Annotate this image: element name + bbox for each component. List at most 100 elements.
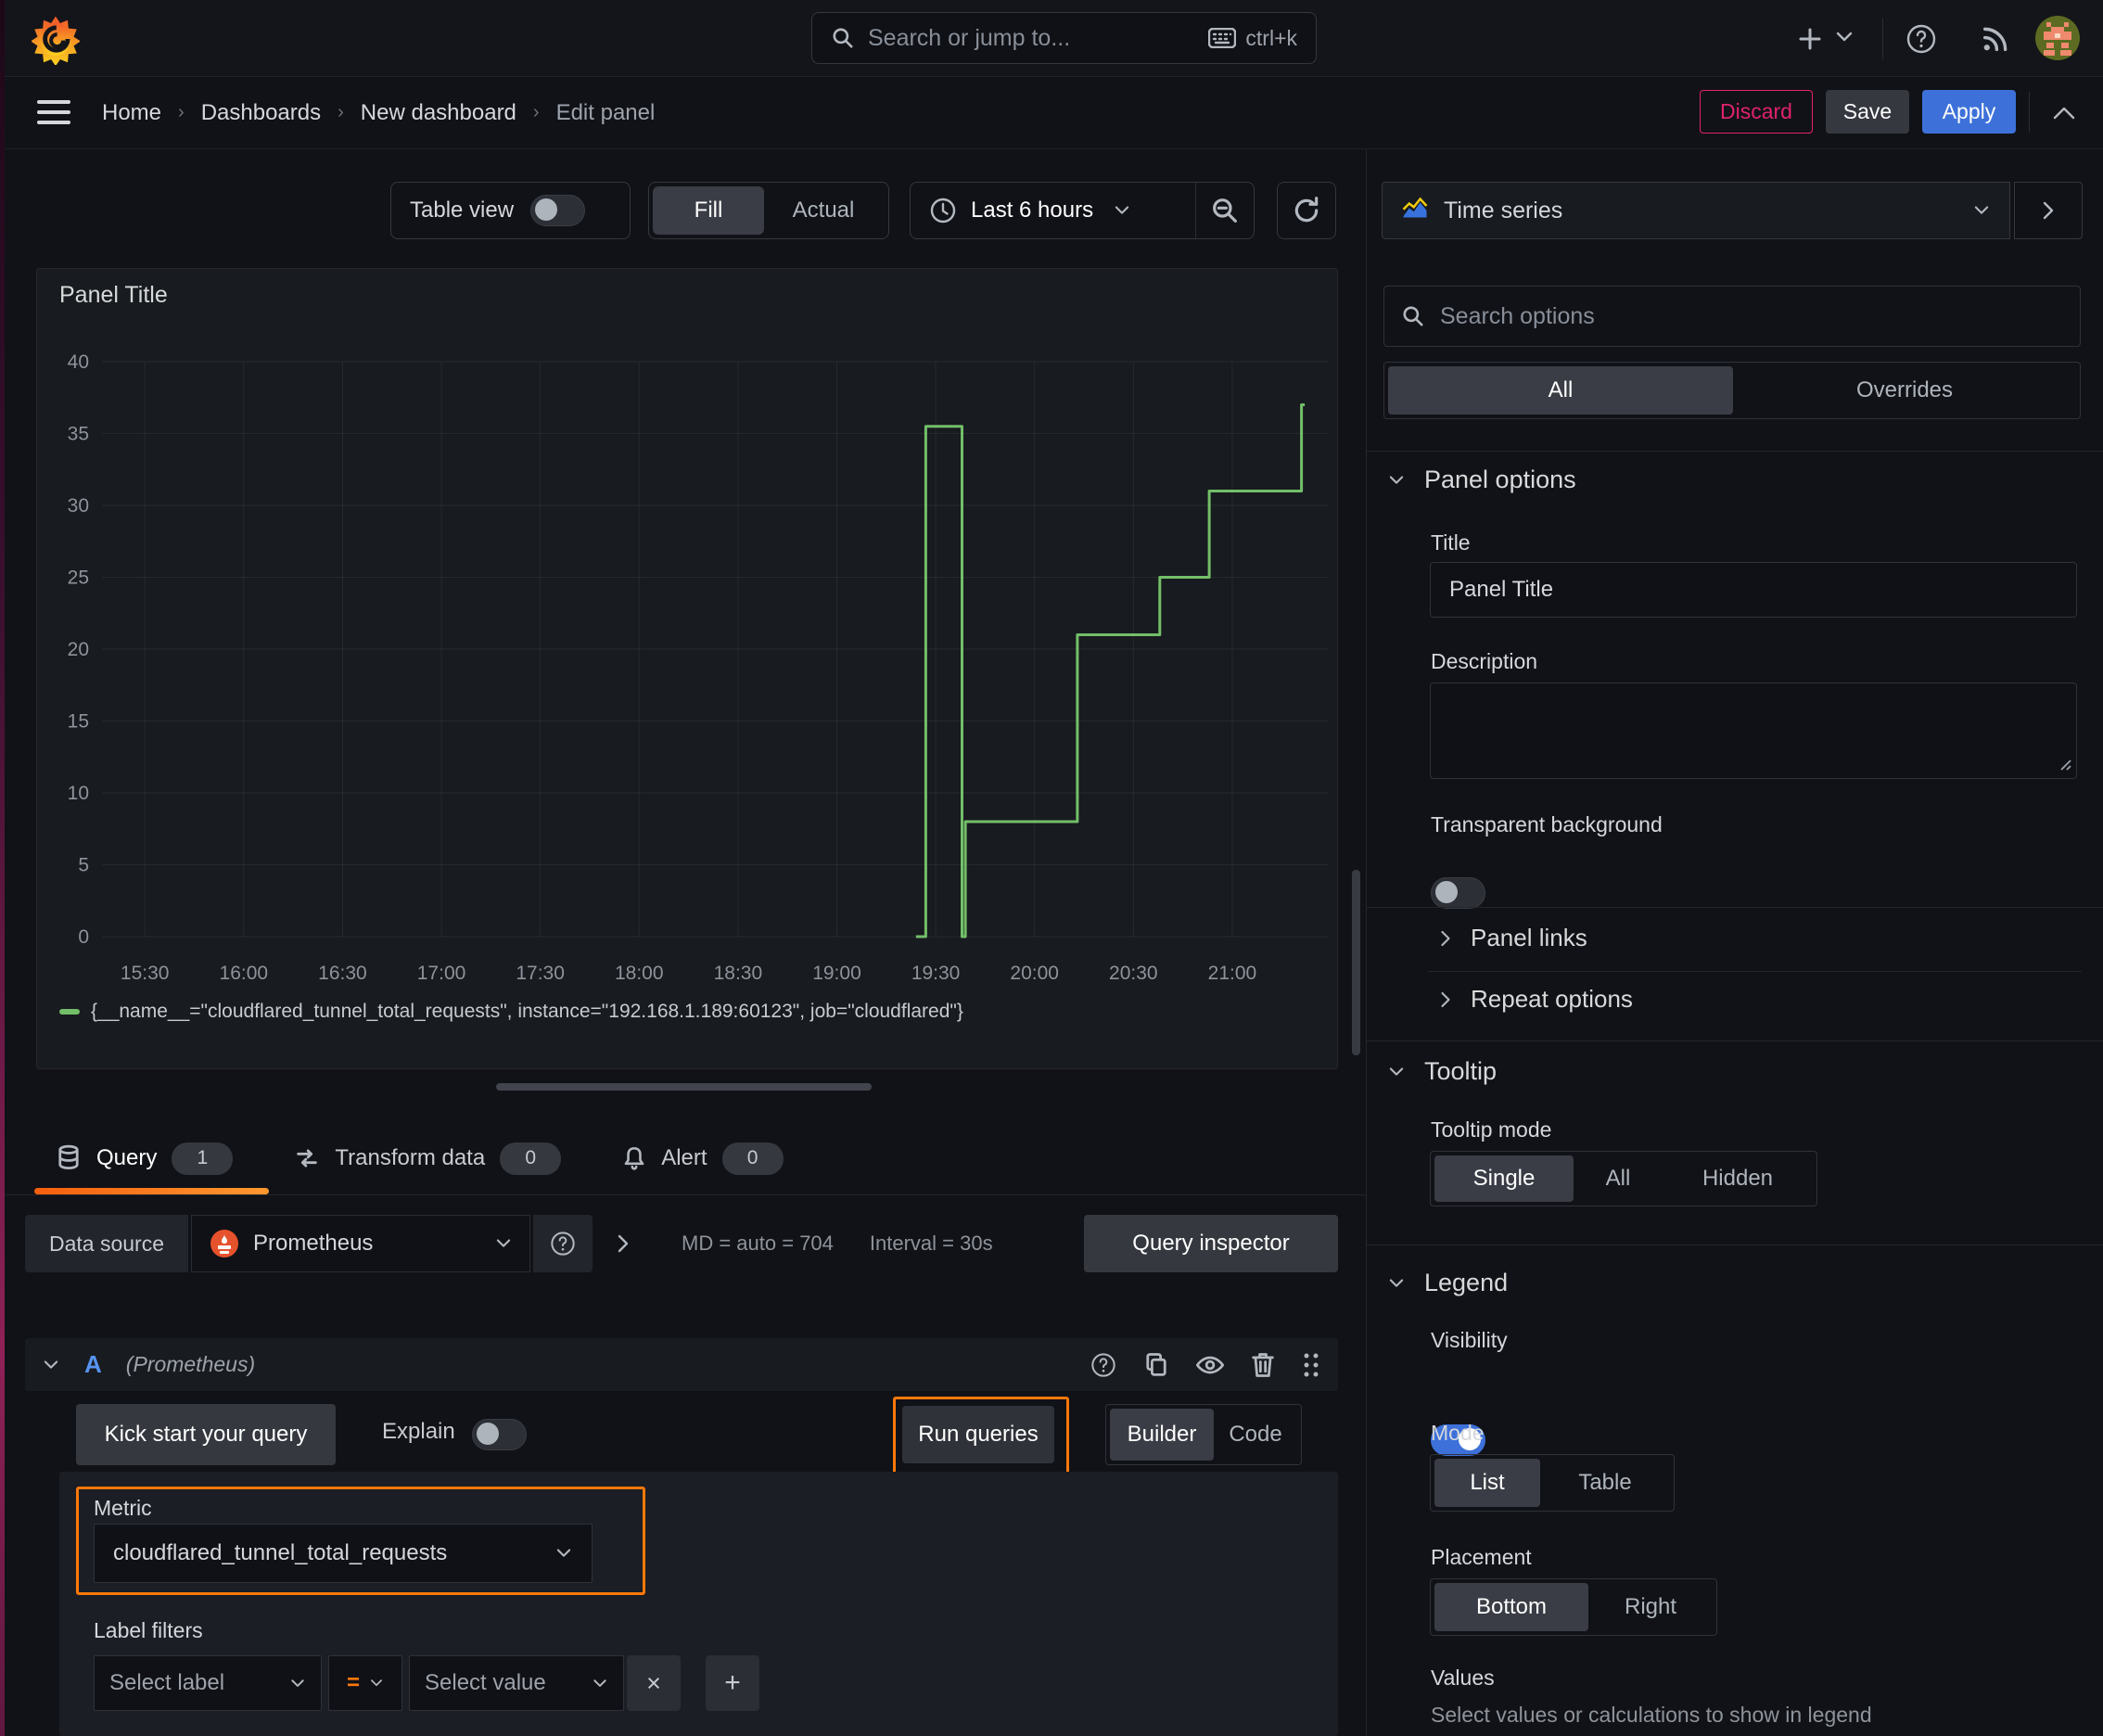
svg-text:40: 40 xyxy=(68,351,89,373)
description-field-wrap xyxy=(1430,683,2077,779)
table-view-toggle[interactable] xyxy=(530,195,586,226)
global-search-input[interactable]: Search or jump to... ctrl+k xyxy=(811,12,1317,64)
datasource-name: Prometheus xyxy=(253,1231,374,1256)
svg-text:10: 10 xyxy=(68,783,89,804)
collapse-header-button[interactable] xyxy=(2046,97,2083,129)
tab-overrides[interactable]: Overrides xyxy=(1733,366,2076,415)
time-range-picker[interactable]: Last 6 hours xyxy=(911,197,1195,224)
add-new-button[interactable] xyxy=(1791,20,1829,57)
save-button[interactable]: Save xyxy=(1826,90,1909,134)
user-avatar[interactable] xyxy=(2034,15,2081,61)
apply-button[interactable]: Apply xyxy=(1922,90,2016,134)
breadcrumb-home[interactable]: Home xyxy=(102,100,161,126)
time-series-chart[interactable]: 0 5 10 15 20 25 30 35 40 15:30 16:00 16:30 17:00 17:3… xyxy=(45,325,1333,1002)
tooltip-single-option[interactable]: Single xyxy=(1434,1155,1574,1202)
breadcrumb: Home › Dashboards › New dashboard › Edit… xyxy=(102,77,655,148)
tooltip-all-option[interactable]: All xyxy=(1574,1155,1663,1202)
select-value-dropdown[interactable]: Select value xyxy=(409,1655,624,1711)
placement-bottom-option[interactable]: Bottom xyxy=(1434,1583,1588,1631)
grafana-logo-icon[interactable] xyxy=(32,13,80,65)
add-new-chevron[interactable] xyxy=(1834,30,1854,45)
datasource-help-button[interactable] xyxy=(533,1215,593,1272)
select-label-dropdown[interactable]: Select label xyxy=(94,1655,322,1711)
metric-label: Metric xyxy=(94,1496,152,1520)
chevron-up-icon xyxy=(2053,107,2075,120)
active-tab-indicator xyxy=(34,1188,269,1194)
toggle-query-visibility-button[interactable] xyxy=(1195,1353,1225,1377)
search-options-input[interactable] xyxy=(1438,301,2063,331)
search-shortcut: ctrl+k xyxy=(1208,26,1297,51)
svg-text:15:30: 15:30 xyxy=(121,963,170,984)
chevron-right-icon xyxy=(2043,201,2054,220)
query-options-expander[interactable] xyxy=(595,1215,651,1272)
mode-list-option[interactable]: List xyxy=(1434,1459,1540,1507)
drag-query-handle[interactable] xyxy=(1301,1351,1321,1379)
duplicate-query-button[interactable] xyxy=(1143,1351,1169,1379)
legend-mode-switcher: List Table xyxy=(1430,1454,1675,1512)
query-options-stats[interactable]: MD = auto = 704 xyxy=(682,1215,834,1272)
svg-text:35: 35 xyxy=(68,424,89,445)
kick-start-query-button[interactable]: Kick start your query xyxy=(76,1404,336,1465)
explain-label: Explain xyxy=(382,1419,455,1444)
query-inspector-button[interactable]: Query inspector xyxy=(1084,1215,1338,1272)
scrollbar-thumb[interactable] xyxy=(1352,870,1360,1055)
add-filter-button[interactable]: + xyxy=(706,1655,759,1711)
panel-description-input[interactable] xyxy=(1430,683,2077,779)
svg-text:0: 0 xyxy=(78,926,89,948)
repeat-options-section[interactable]: Repeat options xyxy=(1439,985,1633,1014)
explain-toggle[interactable] xyxy=(472,1419,527,1450)
chart-panel[interactable]: Panel Title 0 5 10 15 20 25 30 35 40 15:30 16:00 16… xyxy=(36,268,1338,1069)
values-label: Values xyxy=(1431,1666,1495,1690)
remove-filter-button[interactable]: × xyxy=(627,1655,681,1711)
legend-section-header[interactable]: Legend xyxy=(1387,1269,1508,1297)
collapse-options-button[interactable] xyxy=(2014,182,2083,239)
tab-alert[interactable]: Alert 0 xyxy=(622,1122,784,1194)
tab-transform-data[interactable]: Transform data 0 xyxy=(294,1122,562,1194)
transparent-bg-toggle[interactable] xyxy=(1431,877,1485,909)
delete-query-button[interactable] xyxy=(1251,1351,1275,1379)
chevron-down-icon[interactable] xyxy=(42,1359,60,1372)
operator-dropdown[interactable]: = xyxy=(328,1655,402,1711)
resize-grip-icon[interactable] xyxy=(2058,757,2072,772)
tooltip-mode-switcher: Single All Hidden xyxy=(1430,1151,1817,1206)
breadcrumb-new-dashboard[interactable]: New dashboard xyxy=(361,100,516,126)
discard-button[interactable]: Discard xyxy=(1700,90,1813,134)
panel-links-section[interactable]: Panel links xyxy=(1439,924,1587,952)
news-button[interactable] xyxy=(1977,20,2014,57)
fill-option[interactable]: Fill xyxy=(653,186,764,235)
tab-all[interactable]: All xyxy=(1388,366,1733,415)
mega-menu-button[interactable] xyxy=(33,92,74,133)
mode-table-option[interactable]: Table xyxy=(1540,1459,1670,1507)
search-options-field[interactable] xyxy=(1383,286,2081,347)
builder-code-switcher: Builder Code xyxy=(1105,1404,1302,1465)
legend-row[interactable]: {__name__="cloudflared_tunnel_total_requ… xyxy=(59,1001,963,1023)
panel-title-input[interactable] xyxy=(1430,562,2077,618)
panel-options-section-header[interactable]: Panel options xyxy=(1387,466,1576,494)
chevron-down-icon xyxy=(291,1679,304,1687)
query-ref-id[interactable]: A xyxy=(84,1350,102,1379)
datasource-select[interactable]: Prometheus xyxy=(191,1215,531,1272)
code-option[interactable]: Code xyxy=(1214,1409,1297,1461)
tab-query[interactable]: Query 1 xyxy=(56,1122,234,1194)
shortcut-label: ctrl+k xyxy=(1245,25,1297,50)
query-help-button[interactable] xyxy=(1090,1351,1117,1379)
builder-option[interactable]: Builder xyxy=(1110,1409,1214,1461)
visualization-picker[interactable]: Time series xyxy=(1382,182,2010,239)
metric-select[interactable]: cloudflared_tunnel_total_requests xyxy=(94,1524,593,1583)
tooltip-hidden-option[interactable]: Hidden xyxy=(1663,1155,1813,1202)
placement-right-option[interactable]: Right xyxy=(1588,1583,1713,1631)
query-row-header[interactable]: A (Prometheus) xyxy=(25,1338,1338,1391)
run-queries-button[interactable]: Run queries xyxy=(902,1406,1054,1463)
tooltip-section-header[interactable]: Tooltip xyxy=(1387,1057,1497,1086)
breadcrumb-dashboards[interactable]: Dashboards xyxy=(201,100,321,126)
actual-option[interactable]: Actual xyxy=(764,198,883,223)
database-icon xyxy=(58,1144,79,1169)
zoom-out-time-button[interactable] xyxy=(1196,183,1254,238)
panel-resize-handle[interactable] xyxy=(496,1083,872,1091)
topbar-divider xyxy=(1882,19,1883,59)
refresh-button[interactable] xyxy=(1277,182,1336,239)
chevron-down-icon xyxy=(593,1679,606,1687)
query-options-interval[interactable]: Interval = 30s xyxy=(870,1215,993,1272)
help-button[interactable] xyxy=(1903,20,1940,57)
table-view-label: Table view xyxy=(410,198,515,223)
